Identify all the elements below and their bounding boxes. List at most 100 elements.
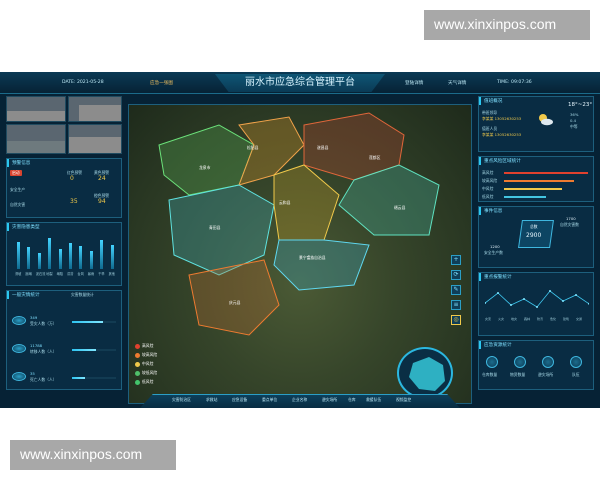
alarm-x-label: 交通 [576,316,582,321]
region-label-liandu[interactable]: 莲都区 [369,155,380,161]
alarm-point [510,304,512,306]
nav-warehouse[interactable]: 仓库 [348,397,356,403]
resource-1-label: 仓库数量 [482,372,498,377]
hazard-bar-label: 其他 [108,272,115,276]
relocated-people-label: 转移人数（人） [30,349,57,354]
page-title: 丽水市应急综合管理平台 [215,74,385,92]
hazard-bar [58,248,62,269]
leader-phone: 李某某 13052630253 [482,116,522,121]
alarm-x-label: 火灾 [498,316,504,321]
header-bar: DATE: 2021-05-28 应急一张图 丽水市应急综合管理平台 登陆详情 … [0,72,600,94]
event-total-label: 总数 [530,224,538,229]
nav-disaster-zone[interactable]: 灾害防治区 [172,397,191,403]
event-node-1-value: 1700 [566,216,576,221]
risk-legend: 高风险 较高风险 中风险 较低风险 低风险 [135,343,157,385]
legend-dot-5 [135,379,140,385]
login-detail-button[interactable]: 登陆详情 [405,80,423,86]
hazard-bar [27,247,31,269]
header-date: DATE: 2021-05-28 [62,80,104,85]
hazard-bar-label: 台风 [77,272,84,276]
nav-video[interactable]: 视频监控 [396,397,411,403]
region-label-suichang[interactable]: 龙泉市 [199,165,210,171]
resource-title: 应急资源统计 [479,341,593,349]
shelter-icon[interactable] [542,356,554,368]
camera-feed-1[interactable] [6,96,66,122]
locate-icon[interactable]: ◎ [451,315,461,325]
region-label-qingyuan[interactable]: 庆元县 [229,300,240,306]
affected-people-bar [72,321,116,323]
dashboard-screenshot: DATE: 2021-05-28 应急一张图 丽水市应急综合管理平台 登陆详情 … [0,72,600,408]
alarm-line-chart: 灾害火灾地灾森林防汛危化建筑交通其他 [485,290,589,321]
legend-item-1[interactable]: 高风险 [135,343,157,349]
hazard-bar-label: 滑坡 [15,272,22,276]
hazard-bar [89,251,93,269]
weather-detail-button[interactable]: 天气详情 [448,80,466,86]
resource-2-label: 物资数量 [510,372,526,377]
region-label-jinyun-east[interactable]: 缙云县 [394,205,405,211]
home-link[interactable]: 应急一张图 [150,80,173,86]
staff-phone: 李某某 13052630253 [482,132,522,137]
relocated-people-icon [12,344,26,353]
alarm-point [497,292,499,294]
hazard-bar-label: 洪涝 [67,272,74,276]
nav-enterprise[interactable]: 企业名称 [292,397,307,403]
minimap[interactable] [397,347,453,399]
hazard-chart-panel: 灾害隐患类型 滑坡 崩塌 泥石流 地裂 塌陷 洪涝 台风 暴雨 干旱 其他 [6,222,122,286]
disaster-label: 自然灾害 [10,202,26,207]
nav-key-units[interactable]: 重点单位 [262,397,277,403]
supplies-icon[interactable] [514,356,526,368]
refresh-icon[interactable]: ⟳ [451,270,461,280]
risk-row-1-label: 高风险 [482,170,494,175]
legend-item-5[interactable]: 低风险 [135,379,157,385]
camera-feed-2[interactable] [68,96,122,122]
region-label-yunhe[interactable]: 云和县 [279,200,290,206]
resource-3-label: 避灾场所 [538,372,554,377]
zoom-in-icon[interactable]: + [451,255,461,265]
start-badge[interactable]: 启动 [10,170,22,176]
region-label-longquan[interactable]: 青田县 [209,225,220,231]
nav-equipment[interactable]: 应急设备 [232,397,247,403]
risk-row-3-label: 中风险 [482,186,494,191]
hazard-bar-label: 地裂 [46,272,53,276]
resource-4-label: 队伍 [572,372,580,377]
weather-item-3: 中等 [570,124,578,129]
hazard-bar [69,243,72,269]
hazard-bar-label: 塌陷 [56,272,63,276]
hazard-bar [100,240,104,269]
risk-row-2-bar [504,180,574,182]
hazard-bar-label: 暴雨 [87,272,95,276]
death-count-label: 死亡人数（人） [30,377,57,382]
affected-people-label: 受灾人数（万） [30,321,57,326]
risk-area-title: 重点风险区域统计 [479,157,593,165]
camera-feed-3[interactable] [6,124,66,154]
nav-rescue-station[interactable]: 求救站 [206,397,217,403]
camera-feed-4[interactable] [68,124,122,154]
hazard-chart-title: 灾害隐患类型 [7,223,121,231]
alarm-x-label: 地灾 [511,316,517,321]
affected-people-icon [12,316,26,325]
weather-sunny-cloud-icon [536,112,554,126]
yellow-warning-value: 24 [98,175,106,182]
hazard-bar-chart: 滑坡 崩塌 泥石流 地裂 塌陷 洪涝 台风 暴雨 干旱 其他 [15,235,119,276]
event-node-2-value: 1200 [490,244,500,249]
red-warning-value: 0 [70,175,74,182]
event-node-2-label: 安全生产数 [484,250,503,255]
region-label-songyang[interactable]: 松阳县 [247,145,258,151]
measure-icon[interactable]: ✎ [451,285,461,295]
legend-item-4[interactable]: 较低风险 [135,370,157,376]
legend-item-3[interactable]: 中风险 [135,361,157,367]
layers-icon[interactable]: ≡ [451,300,461,310]
warehouse-icon[interactable] [486,356,498,368]
map-view[interactable]: 龙泉市 松阳县 遂昌县 云和县 莲都区 缙云县 青田县 景宁畲族自治县 庆元县 … [128,104,472,404]
nav-shelter[interactable]: 避灾场所 [322,397,337,403]
region-label-jingning[interactable]: 景宁畲族自治县 [299,255,326,261]
region-label-jinyun[interactable]: 遂昌县 [317,145,328,151]
legend-item-2[interactable]: 较高风险 [135,352,157,358]
watermark-bottom: www.xinxinpos.com [10,440,176,470]
nav-rescue-team[interactable]: 救援队伍 [366,397,381,403]
header-time: TIME: 09:07:36 [497,80,532,85]
hazard-bar-label: 干旱 [98,272,105,276]
disaster-stats-title: 一般灾情统计 [7,291,121,299]
team-icon[interactable] [570,356,582,368]
event-total-value: 2900 [526,232,542,239]
